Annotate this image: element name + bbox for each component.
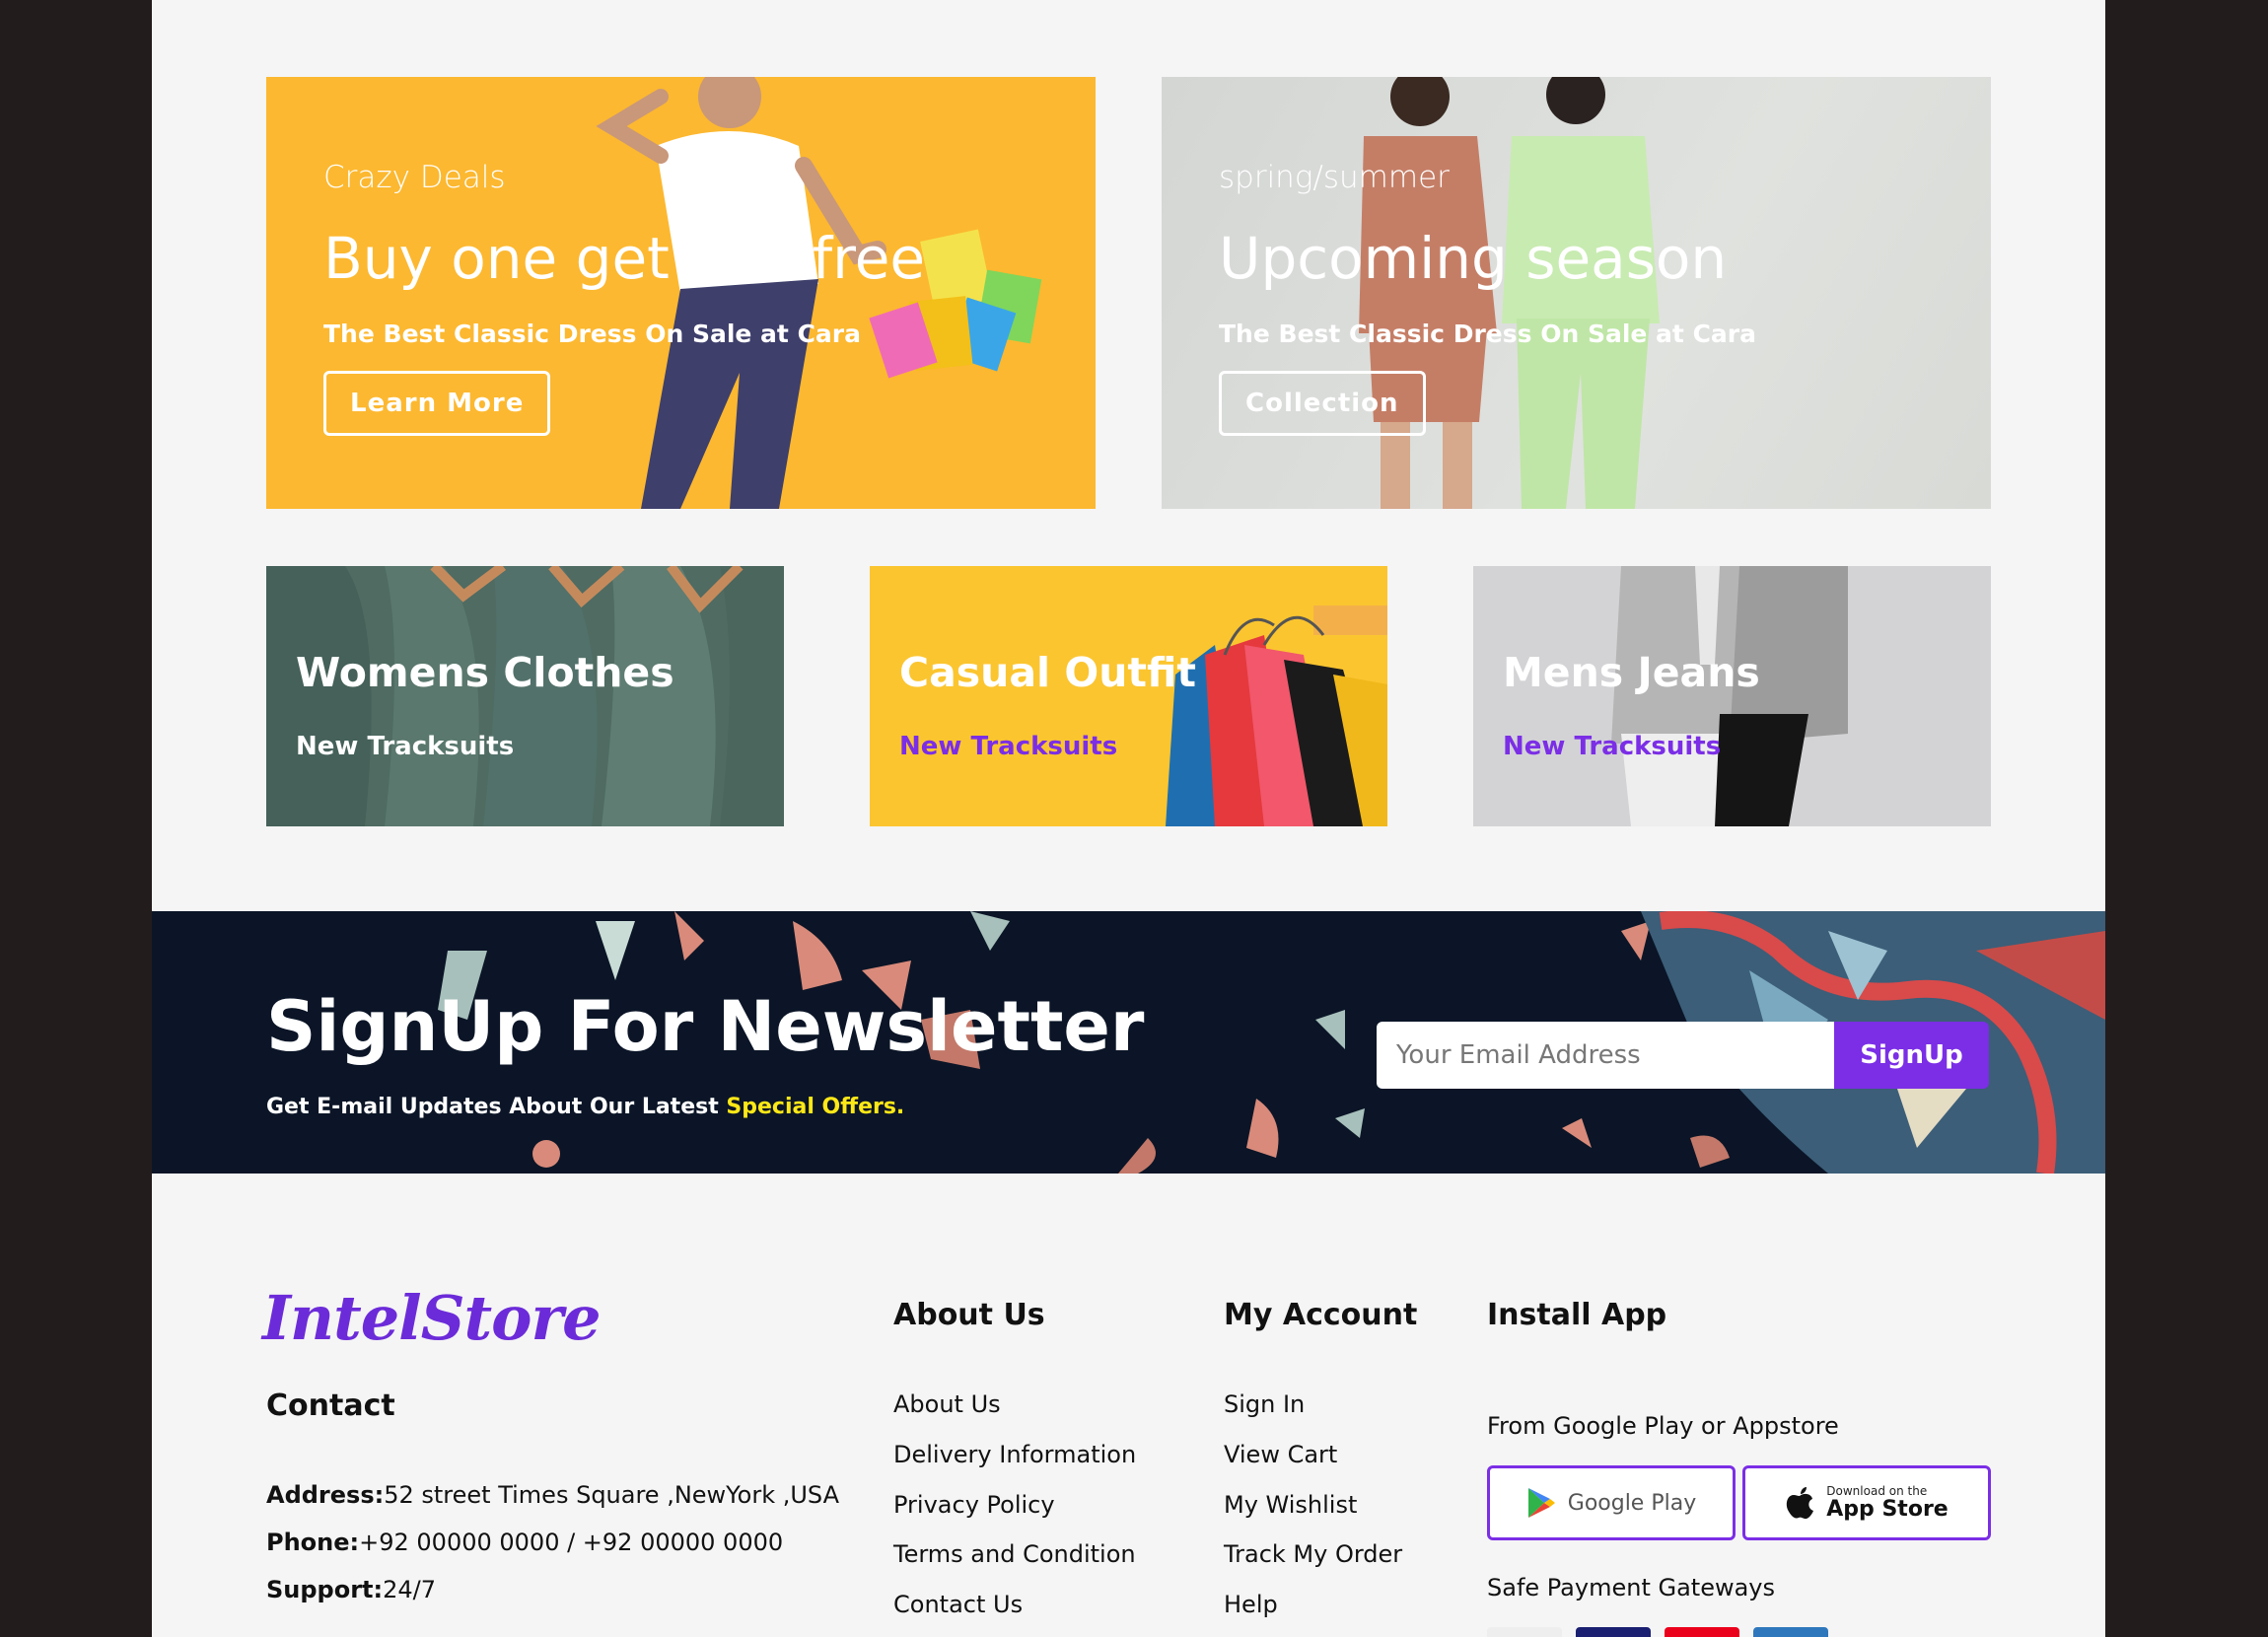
- app-store-label: App Store: [1826, 1496, 1949, 1522]
- banner-title: Upcoming season: [1219, 225, 1728, 292]
- models-image: [1611, 566, 1848, 826]
- banner-models-image: [1359, 77, 1660, 509]
- banner-title: Casual Outfit: [899, 649, 1196, 696]
- banner-upcoming-season: spring/summer Upcoming season The Best C…: [1162, 77, 1991, 509]
- apple-icon: [1787, 1487, 1814, 1520]
- footer-link-privacy-policy[interactable]: Privacy Policy: [893, 1491, 1055, 1519]
- payment-card-icon: [1487, 1627, 1562, 1637]
- footer-link-track-order[interactable]: Track My Order: [1224, 1540, 1402, 1568]
- banner-title: Mens Jeans: [1503, 649, 1760, 696]
- banner-title: Womens Clothes: [296, 649, 674, 696]
- contact-heading: Contact: [266, 1388, 395, 1423]
- app-store-button[interactable]: Download on the App Store: [1742, 1465, 1991, 1540]
- learn-more-button[interactable]: Learn More: [323, 371, 551, 436]
- newsletter-form: SignUp: [1377, 1022, 1989, 1089]
- phone-value: +92 00000 0000 / +92 00000 0000: [359, 1529, 784, 1556]
- phone-label: Phone:: [266, 1529, 360, 1556]
- banner-subtitle: spring/summer: [1219, 160, 1450, 195]
- newsletter-description: Get E-mail Updates About Our Latest Spec…: [266, 1095, 904, 1119]
- banner-subtitle: New Tracksuits: [296, 732, 515, 761]
- google-play-icon: [1527, 1488, 1555, 1518]
- payment-heading: Safe Payment Gateways: [1487, 1574, 1776, 1601]
- banner-description: The Best Classic Dress On Sale at Cara: [1219, 320, 1756, 348]
- contact-address: Address:52 street Times Square ,NewYork …: [266, 1481, 839, 1509]
- shirts-image: [266, 566, 784, 826]
- footer-link-terms[interactable]: Terms and Condition: [893, 1540, 1136, 1568]
- footer-link-sign-in[interactable]: Sign In: [1224, 1390, 1305, 1418]
- footer-link-view-cart[interactable]: View Cart: [1224, 1441, 1337, 1468]
- footer-link-about-us[interactable]: About Us: [893, 1390, 1001, 1418]
- banner-mens-jeans[interactable]: Mens Jeans New Tracksuits: [1473, 566, 1991, 826]
- newsletter-description-text: Get E-mail Updates About Our Latest: [266, 1095, 727, 1119]
- mastercard-icon: [1576, 1627, 1651, 1637]
- amex-icon: [1753, 1627, 1828, 1637]
- footer-link-contact-us[interactable]: Contact Us: [893, 1591, 1023, 1618]
- newsletter-title: SignUp For Newsletter: [266, 986, 1145, 1067]
- collection-button[interactable]: Collection: [1219, 371, 1426, 436]
- support-label: Support:: [266, 1576, 384, 1603]
- banner-title: Buy one get one free: [323, 225, 926, 292]
- banner-subtitle: New Tracksuits: [1503, 732, 1722, 761]
- about-heading: About Us: [893, 1298, 1045, 1332]
- google-play-label: Google Play: [1567, 1490, 1697, 1516]
- banner-womens-clothes[interactable]: Womens Clothes New Tracksuits: [266, 566, 784, 826]
- signup-button[interactable]: SignUp: [1834, 1022, 1989, 1089]
- banner-subtitle: Crazy Deals: [323, 160, 506, 195]
- banner-casual-outfit[interactable]: Casual Outfit New Tracksuits: [870, 566, 1387, 826]
- install-app-heading: Install App: [1487, 1298, 1667, 1332]
- contact-phone: Phone:+92 00000 0000 / +92 00000 0000: [266, 1529, 783, 1556]
- banner-subtitle: New Tracksuits: [899, 732, 1118, 761]
- app-store-small-label: Download on the: [1826, 1483, 1928, 1498]
- address-value: 52 street Times Square ,NewYork ,USA: [384, 1481, 840, 1509]
- banner-crazy-deals: Crazy Deals Buy one get one free The Bes…: [266, 77, 1096, 509]
- shopping-bags-image: [1166, 605, 1387, 826]
- install-app-subtitle: From Google Play or Appstore: [1487, 1412, 1839, 1440]
- intelstore-logo[interactable]: IntelStore: [262, 1282, 602, 1354]
- newsletter-section: SignUp For Newsletter Get E-mail Updates…: [152, 911, 2105, 1174]
- my-account-heading: My Account: [1224, 1298, 1418, 1332]
- special-offers-highlight: Special Offers.: [726, 1095, 905, 1119]
- footer-link-help[interactable]: Help: [1224, 1591, 1278, 1618]
- maestro-icon: [1665, 1627, 1739, 1637]
- email-input[interactable]: [1377, 1022, 1834, 1089]
- banner-model-image: [596, 77, 1042, 509]
- footer-link-my-wishlist[interactable]: My Wishlist: [1224, 1491, 1357, 1519]
- support-value: 24/7: [383, 1576, 437, 1603]
- banner-description: The Best Classic Dress On Sale at Cara: [323, 320, 861, 348]
- address-label: Address:: [266, 1481, 385, 1509]
- contact-support: Support:24/7: [266, 1576, 436, 1603]
- google-play-button[interactable]: Google Play: [1487, 1465, 1736, 1540]
- footer-link-delivery-information[interactable]: Delivery Information: [893, 1441, 1136, 1468]
- payment-icons: [1487, 1627, 1828, 1637]
- page: Crazy Deals Buy one get one free The Bes…: [152, 0, 2105, 1637]
